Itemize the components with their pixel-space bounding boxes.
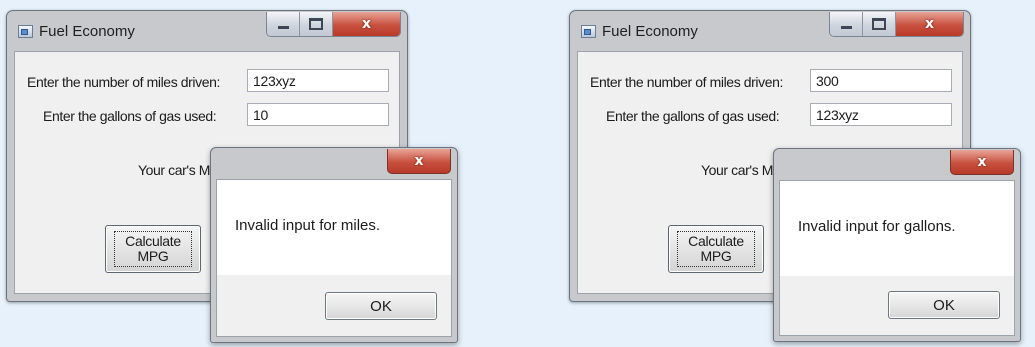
app-icon[interactable] [581, 25, 596, 38]
title-bar[interactable]: Fuel Economy x [7, 11, 407, 51]
close-icon: x [924, 16, 935, 32]
close-button[interactable]: x [333, 12, 400, 36]
miles-label: Enter the number of miles driven: [27, 74, 221, 90]
title-bar[interactable]: Fuel Economy x [570, 11, 970, 51]
error-message-box: x Invalid input for miles. OK [210, 147, 458, 343]
maximize-button[interactable] [300, 12, 333, 36]
gallons-input[interactable]: 123xyz [810, 103, 952, 126]
caption-buttons: x [829, 12, 964, 37]
ok-button[interactable]: OK [888, 291, 1000, 319]
maximize-button[interactable] [863, 12, 896, 36]
calculate-mpg-button[interactable]: Calculate MPG [105, 225, 201, 273]
message-close-button[interactable]: x [950, 150, 1014, 175]
calculate-label-line1: Calculate [688, 233, 744, 249]
message-close-button[interactable]: x [387, 149, 451, 174]
close-icon: x [977, 154, 987, 170]
scene-miles-error: Fuel Economy x Enter the number of miles… [0, 0, 500, 347]
minimize-icon [840, 25, 852, 29]
calculate-mpg-button[interactable]: Calculate MPG [668, 225, 764, 273]
message-body: Invalid input for gallons. OK [779, 180, 1015, 336]
close-button[interactable]: x [896, 12, 963, 36]
caption-buttons: x [266, 12, 401, 37]
minimize-icon [277, 25, 289, 29]
calculate-label-line2: MPG [137, 248, 169, 264]
ok-button[interactable]: OK [325, 292, 437, 320]
gallons-label: Enter the gallons of gas used: [43, 108, 217, 124]
window-title: Fuel Economy [39, 23, 135, 40]
error-message: Invalid input for miles. [235, 217, 381, 234]
miles-label: Enter the number of miles driven: [590, 74, 784, 90]
window-title: Fuel Economy [602, 23, 698, 40]
app-icon[interactable] [18, 25, 33, 38]
minimize-button[interactable] [267, 12, 300, 36]
error-message: Invalid input for gallons. [798, 218, 956, 235]
miles-input[interactable]: 300 [810, 69, 952, 92]
error-message-box: x Invalid input for gallons. OK [773, 148, 1021, 342]
mpg-result-label: Your car's M [138, 162, 211, 178]
calculate-label-line1: Calculate [125, 233, 181, 249]
calculate-label-line2: MPG [700, 248, 732, 264]
maximize-icon [309, 18, 323, 30]
mpg-result-label: Your car's M [701, 162, 774, 178]
scene-gallons-error: Fuel Economy x Enter the number of miles… [563, 0, 1035, 347]
miles-input[interactable]: 123xyz [247, 69, 389, 92]
gallons-input[interactable]: 10 [247, 103, 389, 126]
message-body: Invalid input for miles. OK [216, 179, 452, 337]
gallons-label: Enter the gallons of gas used: [606, 108, 780, 124]
maximize-icon [872, 18, 886, 30]
close-icon: x [361, 16, 372, 32]
minimize-button[interactable] [830, 12, 863, 36]
close-icon: x [414, 153, 424, 169]
